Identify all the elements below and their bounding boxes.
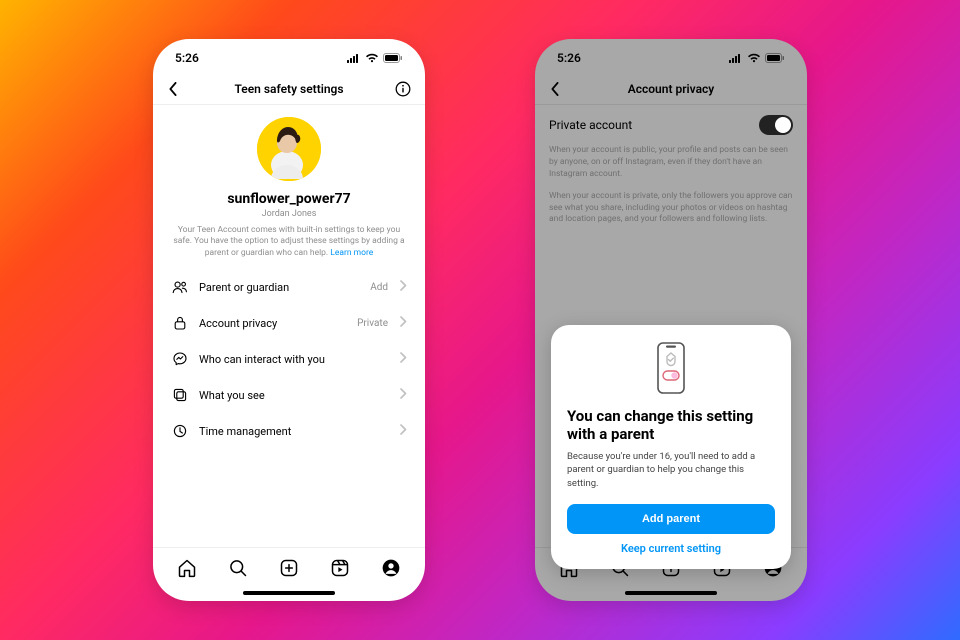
battery-icon <box>765 53 785 63</box>
home-icon <box>177 558 197 578</box>
keep-setting-button[interactable]: Keep current setting <box>567 542 775 555</box>
wifi-icon <box>747 53 761 63</box>
row-value: Add <box>370 282 388 293</box>
content-icon <box>171 387 189 403</box>
wifi-icon <box>365 53 379 63</box>
row-who-interact[interactable]: Who can interact with you <box>157 341 421 377</box>
navbar: Account privacy <box>535 73 807 105</box>
back-button[interactable] <box>167 82 189 96</box>
profile-icon <box>381 558 401 578</box>
tab-create[interactable] <box>279 558 299 582</box>
people-icon <box>171 279 189 295</box>
clock-icon <box>171 423 189 439</box>
chevron-right-icon <box>400 352 407 366</box>
status-icons <box>729 53 785 63</box>
status-bar: 5:26 <box>535 39 807 73</box>
page-title: Account privacy <box>628 82 715 96</box>
plus-square-icon <box>279 558 299 578</box>
chevron-right-icon <box>400 316 407 330</box>
row-label: What you see <box>199 389 390 402</box>
row-account-privacy[interactable]: Account privacy Private <box>157 305 421 341</box>
chevron-right-icon <box>400 388 407 402</box>
description: Your Teen Account comes with built-in se… <box>171 225 407 259</box>
chevron-right-icon <box>400 280 407 294</box>
tab-search[interactable] <box>228 558 248 582</box>
back-button[interactable] <box>549 82 571 96</box>
status-icons <box>347 53 403 63</box>
messenger-icon <box>171 351 189 367</box>
clock: 5:26 <box>175 51 199 65</box>
info-icon <box>395 81 411 97</box>
clock: 5:26 <box>557 51 581 65</box>
row-label: Who can interact with you <box>199 353 390 366</box>
navbar: Teen safety settings <box>153 73 425 105</box>
row-label: Parent or guardian <box>199 281 360 294</box>
content: sunflower_power77 Jordan Jones Your Teen… <box>153 105 425 547</box>
home-indicator <box>243 591 335 595</box>
lock-icon <box>171 315 189 331</box>
avatar-image <box>257 117 321 181</box>
tab-home[interactable] <box>177 558 197 582</box>
modal-body: Because you're under 16, you'll need to … <box>567 450 775 490</box>
modal-illustration <box>567 341 775 397</box>
phone-right: 5:26 Account privacy Private account Whe… <box>535 39 807 601</box>
chevron-right-icon <box>400 424 407 438</box>
private-account-label: Private account <box>549 118 632 132</box>
privacy-description-2: When your account is private, only the f… <box>535 191 807 237</box>
home-indicator <box>625 591 717 595</box>
row-label: Time management <box>199 425 390 438</box>
parent-required-modal: You can change this setting with a paren… <box>551 325 791 569</box>
settings-list: Parent or guardian Add Account privacy P… <box>153 263 425 449</box>
tab-reels[interactable] <box>330 558 350 582</box>
private-account-row: Private account <box>535 105 807 145</box>
row-parent-guardian[interactable]: Parent or guardian Add <box>157 269 421 305</box>
chevron-left-icon <box>549 82 561 96</box>
private-toggle[interactable] <box>759 115 793 135</box>
real-name: Jordan Jones <box>262 209 317 219</box>
row-what-you-see[interactable]: What you see <box>157 377 421 413</box>
learn-more-link[interactable]: Learn more <box>328 248 373 258</box>
privacy-description-1: When your account is public, your profil… <box>535 145 807 191</box>
modal-title: You can change this setting with a paren… <box>567 407 775 445</box>
signal-icon <box>729 53 743 63</box>
reels-icon <box>330 558 350 578</box>
add-parent-button[interactable]: Add parent <box>567 504 775 534</box>
phone-left: 5:26 Teen safety settings <box>153 39 425 601</box>
username: sunflower_power77 <box>227 191 350 207</box>
info-button[interactable] <box>389 81 411 97</box>
battery-icon <box>383 53 403 63</box>
page-title: Teen safety settings <box>234 82 343 96</box>
status-bar: 5:26 <box>153 39 425 73</box>
row-label: Account privacy <box>199 317 347 330</box>
row-time-management[interactable]: Time management <box>157 413 421 449</box>
row-value: Private <box>357 318 388 329</box>
chevron-left-icon <box>167 82 179 96</box>
avatar[interactable] <box>257 117 321 181</box>
tab-profile[interactable] <box>381 558 401 582</box>
search-icon <box>228 558 248 578</box>
signal-icon <box>347 53 361 63</box>
tab-bar <box>153 547 425 591</box>
